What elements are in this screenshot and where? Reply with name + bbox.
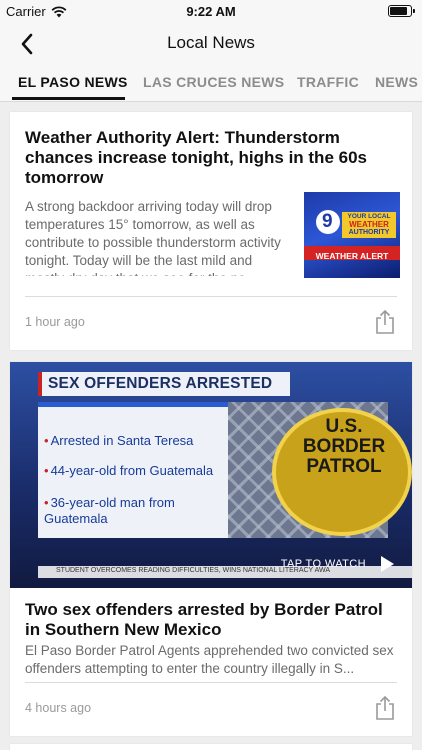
- video-player[interactable]: SEX OFFENDERS ARRESTED Arrested in Santa…: [10, 362, 412, 588]
- battery-fill: [390, 7, 408, 15]
- weather-authority-badge: YOUR LOCAL WEATHER AUTHORITY: [342, 212, 396, 238]
- battery-icon: [388, 5, 415, 17]
- share-button[interactable]: [374, 695, 396, 721]
- thumb-line-3: AUTHORITY: [348, 229, 390, 236]
- article-headline[interactable]: Weather Authority Alert: Thunderstorm ch…: [25, 128, 397, 188]
- share-icon: [376, 695, 394, 720]
- tab-traffic[interactable]: TRAFFIC: [297, 74, 359, 90]
- border-patrol-text: U.S. BORDER PATROL: [302, 416, 386, 477]
- video-bullet-panel: Arrested in Santa Teresa 44-year-old fro…: [38, 402, 228, 538]
- video-bullet: 44-year-old from Guatemala: [44, 463, 214, 479]
- card-divider: [25, 296, 397, 297]
- article-headline[interactable]: Two sex offenders arrested by Border Pat…: [25, 600, 397, 640]
- weather-alert-strip: WEATHER ALERT: [304, 246, 400, 261]
- article-card[interactable]: Weather Authority Alert: Thunderstorm ch…: [10, 112, 412, 350]
- card-divider: [25, 682, 397, 683]
- tab-el-paso-news[interactable]: EL PASO NEWS: [18, 74, 128, 90]
- video-banner: SEX OFFENDERS ARRESTED: [38, 372, 290, 396]
- article-summary: A strong backdoor arriving today will dr…: [25, 199, 281, 276]
- page-title: Local News: [167, 33, 255, 52]
- clock: 9:22 AM: [186, 4, 236, 19]
- thumb-alert-text: WEATHER ALERT: [315, 251, 389, 261]
- status-bar: Carrier 9:22 AM: [0, 0, 422, 22]
- video-bullet: Arrested in Santa Teresa: [44, 433, 194, 449]
- tap-to-watch-label[interactable]: TAP TO WATCH: [281, 558, 366, 570]
- active-tab-indicator: [12, 97, 125, 100]
- article-summary: El Paso Border Patrol Agents apprehended…: [25, 643, 394, 676]
- thumb-line-2: WEATHER: [349, 220, 389, 229]
- share-icon: [376, 309, 394, 334]
- article-card[interactable]: [10, 744, 412, 750]
- category-tabs: EL PASO NEWS LAS CRUCES NEWS TRAFFIC NEW…: [0, 66, 422, 102]
- share-button[interactable]: [374, 309, 396, 335]
- tab-las-cruces-news[interactable]: LAS CRUCES NEWS: [143, 74, 284, 90]
- article-timestamp: 1 hour ago: [25, 315, 85, 329]
- station-number: 9: [322, 211, 333, 232]
- thumb-line-1: YOUR LOCAL: [347, 213, 391, 220]
- navigation-bar: Local News: [0, 22, 422, 66]
- tab-news[interactable]: NEWS: [375, 74, 418, 90]
- article-timestamp: 4 hours ago: [25, 701, 92, 715]
- article-thumbnail[interactable]: 9 YOUR LOCAL WEATHER AUTHORITY WEATHER A…: [304, 192, 400, 278]
- station-logo: 9: [316, 210, 340, 234]
- video-banner-text: SEX OFFENDERS ARRESTED: [48, 375, 273, 392]
- video-bullet: 36-year-old man from Guatemala: [44, 495, 224, 527]
- article-card[interactable]: SEX OFFENDERS ARRESTED Arrested in Santa…: [10, 362, 412, 736]
- play-icon[interactable]: [381, 556, 394, 572]
